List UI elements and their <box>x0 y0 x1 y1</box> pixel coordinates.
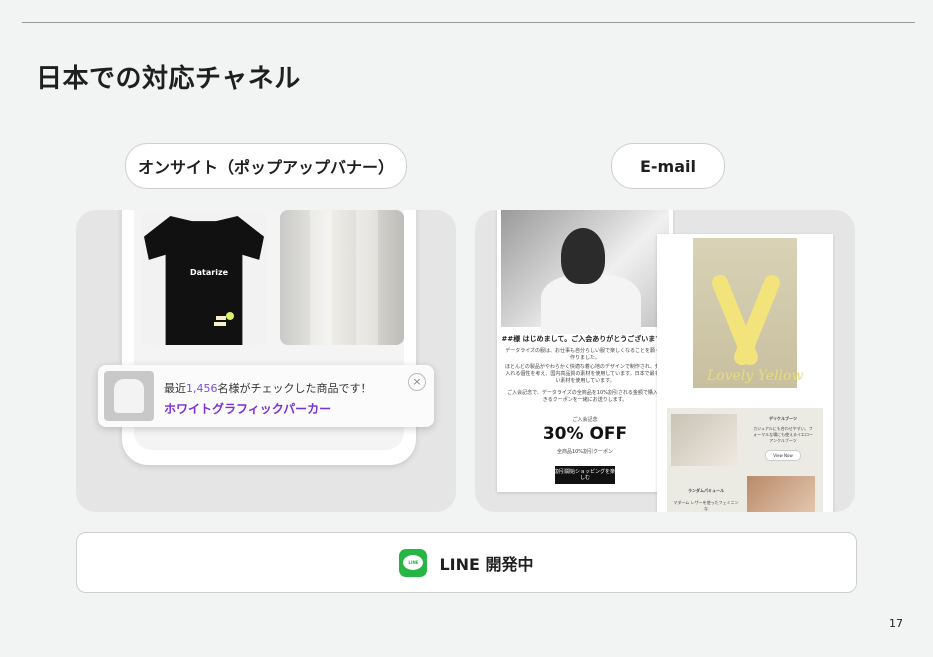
tshirt-product-image: Datarize <box>142 210 266 345</box>
viewer-count: 1,456 <box>186 382 218 395</box>
top-rule <box>22 22 915 23</box>
product-email-mockup: Lovely Yellow デリケルブーツ カジュアルにも合わせやすい、フォーマ… <box>657 234 833 512</box>
popup-message: 最近1,456名様がチェックした商品です！ <box>164 382 372 395</box>
email-preview-panel: ##様 はじめまして。ご入会ありがとうございます。 データライズの服は、お仕事も… <box>475 210 855 512</box>
hoodie-thumbnail <box>104 371 154 421</box>
page-title: 日本での対応チャネル <box>36 64 301 94</box>
email-paragraph: ご入会記念で、データライズの全商品を10%割引される金額で購入できるクーポンを一… <box>507 390 663 403</box>
grid-label: デリケルブーツ <box>769 416 797 421</box>
email-hero-photo <box>501 210 669 334</box>
shop-button[interactable]: 割引開始ショッピングを楽しむ <box>555 466 615 484</box>
popup-banner[interactable]: 最近1,456名様がチェックした商品です！ ホワイトグラフィックパーカー × <box>98 365 434 427</box>
grid-text: マダーム レザーを使ったフェミニンな <box>673 500 739 511</box>
page-number: 17 <box>889 617 903 630</box>
jacket-product-image <box>280 210 404 345</box>
tshirt-brand-logo: Datarize <box>190 268 229 277</box>
email-paragraph: ほとんどの製品がやわらかく快適な着心地のデザインで制作され、気に入れる個性を考え… <box>505 364 665 384</box>
shoes-thumbnail <box>671 414 737 466</box>
line-status-label: LINE 開発中 <box>439 554 534 574</box>
coupon-subtext: 全商品10%割引クーポン <box>556 449 614 455</box>
line-app-icon: LINE <box>399 548 428 577</box>
line-status-bar: LINE LINE 開発中 <box>76 532 857 593</box>
hoodie-icon <box>114 379 144 413</box>
welcome-email-mockup: ##様 はじめまして。ご入会ありがとうございます。 データライズの服は、お仕事も… <box>497 210 673 492</box>
popup-product-name[interactable]: ホワイトグラフィックパーカー <box>164 400 331 417</box>
channel-onsite-pill: オンサイト（ポップアップバナー） <box>125 143 407 189</box>
mascot-icon <box>214 312 234 326</box>
yellow-heels-photo <box>693 238 797 388</box>
channel-email-pill: E-mail <box>611 143 725 189</box>
grid-text: カジュアルにも合わせやすい、フォーマルな場にも使えるイエローアンクルブーツ <box>753 426 813 443</box>
close-icon[interactable]: × <box>408 373 426 391</box>
onsite-preview-panel: Datarize 最近1,456名様がチェックした商品です！ ホワイトグラフィッ… <box>76 210 456 512</box>
coupon-label: ご入会記念 <box>572 417 598 423</box>
product-grid: デリケルブーツ カジュアルにも合わせやすい、フォーマルな場にも使えるイエローアン… <box>667 408 823 512</box>
discount-text: 30% OFF <box>542 424 628 444</box>
tshirt-shape <box>144 216 264 345</box>
grid-label: ランダムパミュール <box>688 488 724 493</box>
email-paragraph: データライズの服は、お仕事も自分らしい服で楽しくなることを願って作りました。 <box>505 348 665 361</box>
email-heading: ##様 はじめまして。ご入会ありがとうございます。 <box>501 335 669 343</box>
email-script-title: Lovely Yellow <box>707 368 804 384</box>
boots-thumbnail <box>747 476 815 512</box>
view-now-button[interactable]: View Now <box>765 450 801 461</box>
